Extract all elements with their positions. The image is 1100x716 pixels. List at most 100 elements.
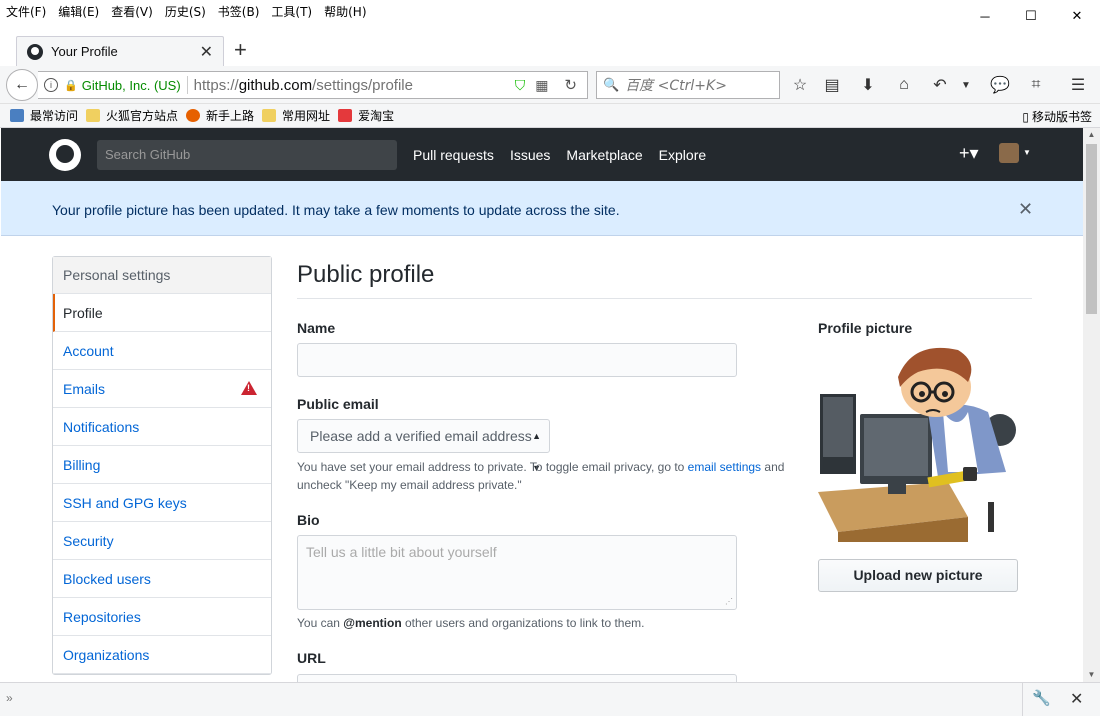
home-icon[interactable]: ⌂: [890, 71, 918, 99]
avatar[interactable]: [999, 143, 1019, 163]
bio-placeholder: Tell us a little bit about yourself: [306, 544, 497, 560]
resize-grip-icon[interactable]: ⋰: [725, 597, 733, 606]
nav-pull-requests[interactable]: Pull requests: [413, 147, 494, 163]
bookmark-most-visited[interactable]: 最常访问: [10, 107, 78, 124]
page-title: Public profile: [297, 256, 1032, 299]
info-icon[interactable]: i: [44, 78, 58, 92]
profile-picture: [818, 342, 1018, 542]
scrollbar-thumb[interactable]: [1086, 144, 1097, 314]
reload-icon[interactable]: ↻: [564, 76, 577, 94]
download-icon[interactable]: ⬇: [854, 71, 882, 99]
wrench-icon[interactable]: 🔧: [1032, 689, 1051, 707]
email-settings-link[interactable]: email settings: [688, 460, 761, 474]
bookmark-icon: [10, 109, 24, 122]
back-button[interactable]: ←: [6, 69, 38, 101]
bookmark-getting-started[interactable]: 新手上路: [186, 107, 254, 124]
github-favicon-icon: [27, 43, 43, 60]
github-logo-icon[interactable]: [49, 139, 81, 171]
search-engine-icon[interactable]: 🔍: [603, 77, 619, 93]
new-tab-button[interactable]: +: [234, 37, 247, 63]
sidebar-item-label: Emails: [63, 381, 106, 397]
page-scrollbar[interactable]: ▲ ▼: [1083, 128, 1100, 682]
upload-new-picture-button[interactable]: Upload new picture: [818, 559, 1018, 592]
nav-marketplace[interactable]: Marketplace: [566, 147, 642, 163]
create-new-button[interactable]: +▾: [959, 143, 979, 164]
star-icon[interactable]: ☆: [786, 71, 814, 99]
url-separator: [186, 76, 188, 94]
github-header: Search GitHub Pull requests Issues Marke…: [1, 128, 1083, 181]
name-field[interactable]: [297, 343, 737, 377]
bookmark-label: 最常访问: [30, 109, 79, 123]
url-path: /settings/profile: [312, 76, 413, 94]
name-label: Name: [297, 320, 336, 336]
dropdown-icon[interactable]: ▼: [952, 71, 980, 99]
bookmark-label: 爱淘宝: [358, 109, 395, 123]
menu-tools[interactable]: 工具(T): [265, 3, 318, 20]
nav-toolbar: ← i 🔒 GitHub, Inc. (US) https://github.c…: [0, 66, 1100, 104]
undo-icon[interactable]: ↶: [926, 71, 954, 99]
sidebar-item-billing[interactable]: Billing: [53, 446, 271, 484]
reading-list-icon[interactable]: ▤: [818, 71, 846, 99]
scroll-up-icon[interactable]: ▲: [1083, 128, 1100, 142]
divider: [1022, 683, 1023, 716]
menu-icon[interactable]: ☰: [1064, 71, 1092, 99]
bookmark-firefox-official[interactable]: 火狐官方站点: [86, 107, 178, 124]
warning-icon: [241, 381, 257, 395]
menu-bookmarks[interactable]: 书签(B): [212, 3, 266, 20]
mobile-icon: ▯: [1022, 109, 1029, 124]
sidebar-item-ssh-gpg-keys[interactable]: SSH and GPG keys: [53, 484, 271, 522]
bio-note-text: other users and organizations to link to…: [405, 616, 645, 630]
close-icon[interactable]: ✕: [1018, 199, 1033, 220]
sidebar-item-emails[interactable]: Emails: [53, 370, 271, 408]
github-search-input[interactable]: Search GitHub: [97, 140, 397, 170]
bookmark-common-sites[interactable]: 常用网址: [262, 107, 330, 124]
sidebar-item-account[interactable]: Account: [53, 332, 271, 370]
sidebar-item-security[interactable]: Security: [53, 522, 271, 560]
sidebar-item-profile[interactable]: Profile: [53, 294, 271, 332]
menu-file[interactable]: 文件(F): [0, 3, 52, 20]
sidebar-item-repositories[interactable]: Repositories: [53, 598, 271, 636]
menu-help[interactable]: 帮助(H): [318, 3, 372, 20]
email-note-text: and: [764, 460, 785, 474]
bookmark-aitaobao[interactable]: 爱淘宝: [338, 107, 394, 124]
menu-view[interactable]: 查看(V): [105, 3, 159, 20]
bookmark-label: 火狐官方站点: [106, 109, 179, 123]
site-identity[interactable]: GitHub, Inc. (US): [82, 78, 181, 93]
bio-label: Bio: [297, 512, 320, 528]
bookmark-mobile[interactable]: ▯ 移动版书签: [1022, 108, 1092, 125]
sidebar-item-organizations[interactable]: Organizations: [53, 636, 271, 674]
url-field[interactable]: [297, 674, 737, 682]
chevron-down-icon[interactable]: ▼: [1023, 148, 1031, 157]
shield-icon[interactable]: ⛉: [515, 77, 526, 94]
chat-icon[interactable]: 💬: [986, 71, 1014, 99]
bookmark-label: 新手上路: [206, 109, 255, 123]
page-viewport: Search GitHub Pull requests Issues Marke…: [1, 128, 1083, 682]
tab-close-icon[interactable]: ✕: [200, 42, 213, 62]
url-text[interactable]: https://github.com/settings/profile: [194, 77, 515, 94]
bio-textarea[interactable]: Tell us a little bit about yourself ⋰: [297, 535, 737, 610]
mention-text: @mention: [343, 616, 402, 630]
search-placeholder: 百度 <Ctrl+K>: [625, 78, 727, 94]
close-icon[interactable]: ✕: [1070, 689, 1083, 709]
sidebar-item-notifications[interactable]: Notifications: [53, 408, 271, 446]
search-bar[interactable]: 🔍 百度 <Ctrl+K>: [596, 71, 780, 99]
folder-icon: [262, 109, 277, 122]
menu-edit[interactable]: 编辑(E): [52, 3, 105, 20]
nav-issues[interactable]: Issues: [510, 147, 550, 163]
menu-history[interactable]: 历史(S): [159, 3, 212, 20]
email-privacy-note: You have set your email address to priva…: [297, 458, 797, 494]
public-email-select[interactable]: Please add a verified email address ▲ ▼: [297, 419, 550, 473]
url-host: github.com: [238, 76, 313, 94]
email-note-text: uncheck "Keep my email address private.": [297, 478, 522, 492]
github-nav: Pull requests Issues Marketplace Explore: [413, 128, 722, 181]
sidebar-item-blocked-users[interactable]: Blocked users: [53, 560, 271, 598]
double-chevron-icon[interactable]: »: [6, 691, 13, 705]
url-bar[interactable]: i 🔒 GitHub, Inc. (US) https://github.com…: [38, 71, 588, 99]
qr-code-icon[interactable]: ▦: [535, 77, 548, 94]
menubar: 文件(F) 编辑(E) 查看(V) 历史(S) 书签(B) 工具(T) 帮助(H…: [0, 0, 1100, 22]
email-note-text: You have set your email address to priva…: [297, 460, 685, 474]
scroll-down-icon[interactable]: ▼: [1083, 668, 1100, 682]
tab-your-profile[interactable]: Your Profile ✕: [16, 36, 224, 66]
nav-explore[interactable]: Explore: [659, 147, 706, 163]
crop-icon[interactable]: ⌗: [1022, 71, 1050, 99]
